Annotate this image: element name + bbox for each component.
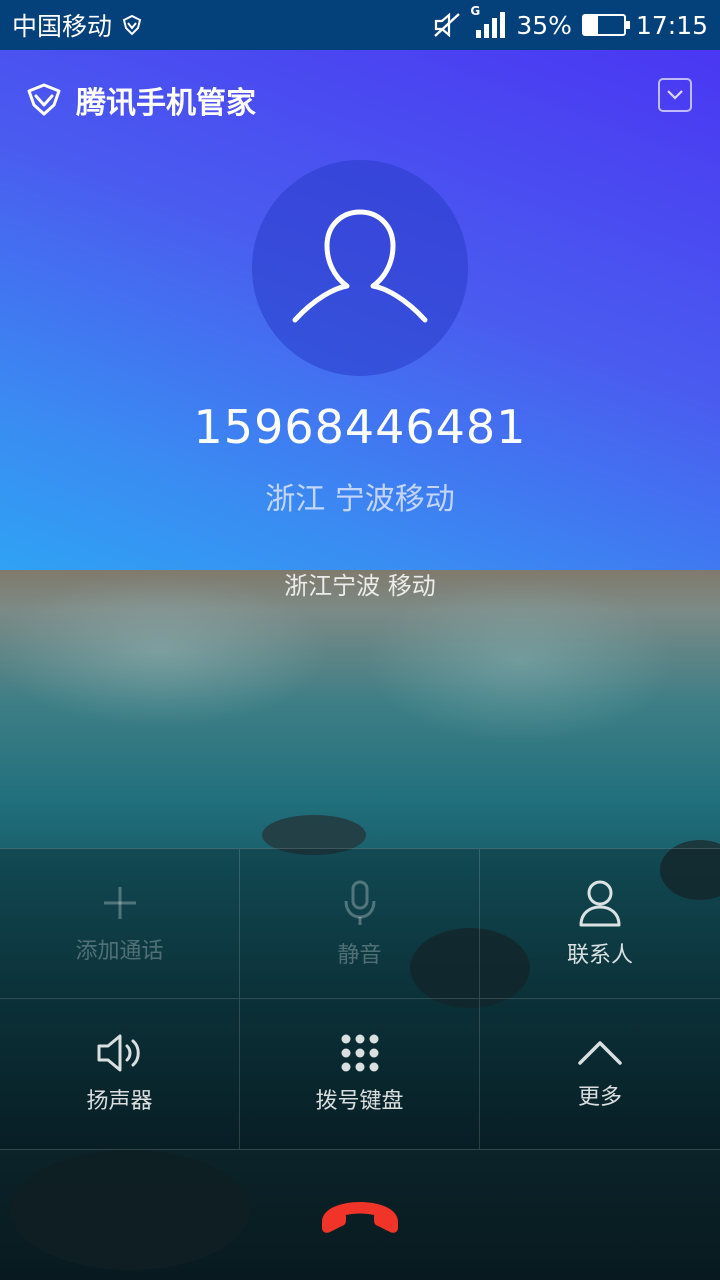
add-call-label: 添加通话 (75, 938, 164, 964)
signal-icon: G (470, 4, 506, 40)
add-call-button[interactable]: 添加通话 (0, 849, 240, 999)
wallpaper-rock (10, 1150, 250, 1270)
person-icon (292, 209, 428, 323)
microphone-icon (344, 880, 375, 925)
more-button[interactable]: 更多 (480, 999, 720, 1149)
status-bar: 中国移动 G 35% 17:15 (0, 0, 720, 50)
shield-icon (122, 14, 142, 36)
mute-button[interactable]: 静音 (240, 849, 480, 999)
carrier-name: 中国移动 (12, 12, 113, 41)
status-right: G 35% 17:15 (432, 4, 708, 40)
battery-icon (581, 14, 630, 36)
dialpad-label: 拨号键盘 (315, 1089, 404, 1114)
caller-id-popup: 腾讯手机管家 15968446481 浙江 宁波移动 (0, 50, 720, 570)
call-screen-location: 浙江宁波 移动 (284, 572, 436, 600)
speaker-icon (97, 1034, 140, 1072)
popup-app-name: 腾讯手机管家 (76, 86, 256, 121)
more-label: 更多 (577, 1085, 622, 1110)
mute-icon (434, 12, 461, 38)
popup-brand: 腾讯手机管家 (26, 78, 256, 122)
clock: 17:15 (635, 10, 708, 40)
speaker-label: 扬声器 (86, 1089, 153, 1114)
mute-label: 静音 (337, 942, 382, 968)
battery-fill (583, 16, 598, 34)
status-carrier: 中国移动 (12, 7, 144, 43)
chevron-down-icon (667, 90, 683, 100)
caller-number: 15968446481 (193, 400, 527, 454)
contact-icon (579, 880, 621, 926)
dialpad-icon (341, 1034, 378, 1072)
dialpad-button[interactable]: 拨号键盘 (240, 999, 480, 1149)
end-call-button[interactable] (310, 1188, 410, 1248)
call-controls: 添加通话 静音 联系人 扬声器 拨号键盘 更多 (0, 848, 720, 1150)
caller-avatar (252, 160, 468, 376)
popup-collapse-button[interactable] (658, 78, 692, 112)
contacts-button[interactable]: 联系人 (480, 849, 720, 999)
plus-icon (103, 886, 136, 919)
caller-location: 浙江 宁波移动 (265, 482, 455, 517)
tencent-shield-icon (27, 83, 61, 116)
contacts-label: 联系人 (566, 942, 633, 968)
battery-percent: 35% (516, 10, 572, 40)
hangup-icon (322, 1202, 398, 1233)
speaker-button[interactable]: 扬声器 (0, 999, 240, 1149)
chevron-up-icon (578, 1041, 622, 1065)
